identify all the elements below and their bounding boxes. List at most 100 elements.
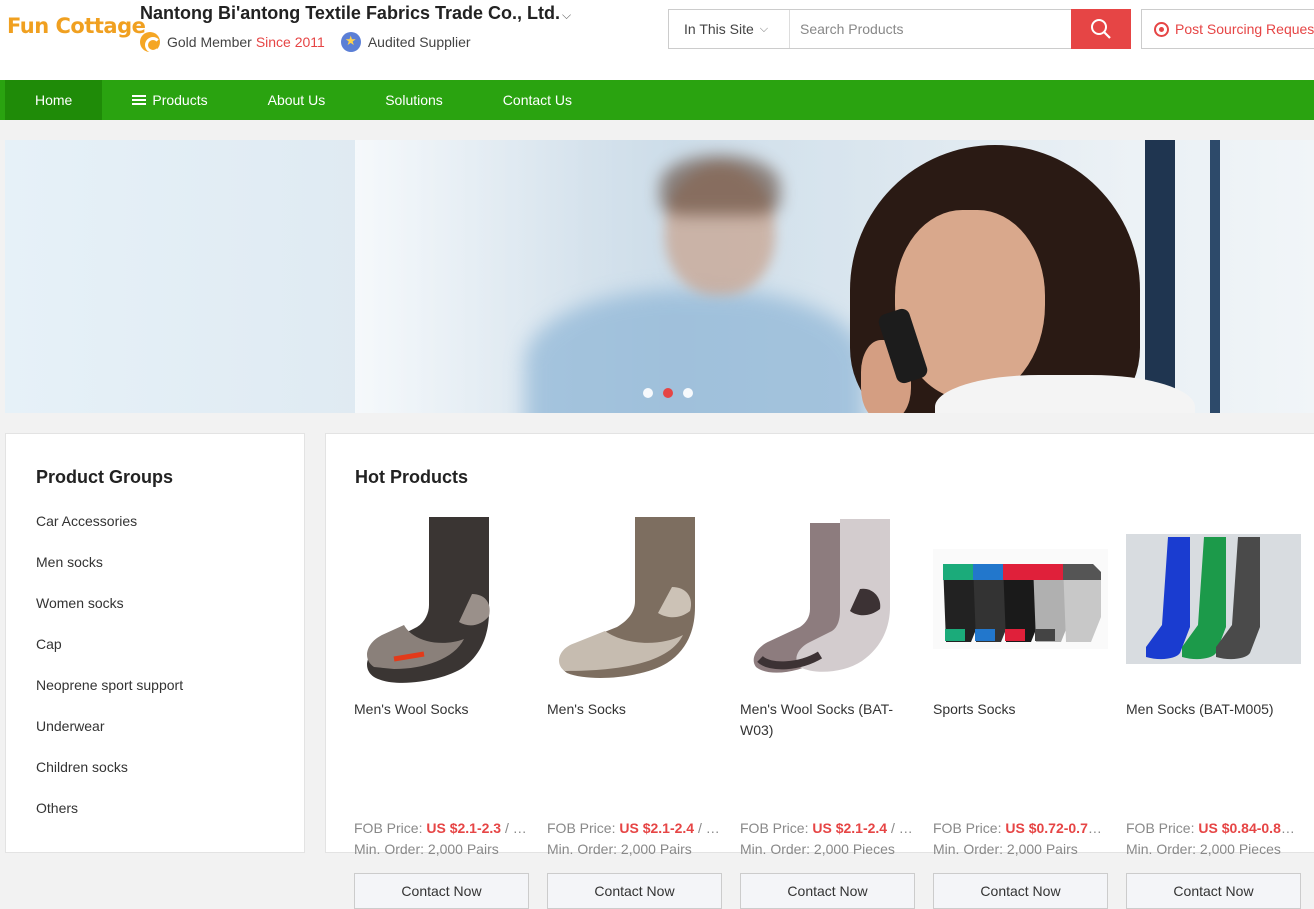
search-scope-dropdown[interactable]: In This Site ⌵ [669,10,790,48]
wool-sock-brown-icon[interactable] [354,509,529,689]
search-bar: In This Site ⌵ [668,9,1131,49]
product-groups-panel: Product Groups Car Accessories Men socks… [5,433,305,853]
post-sourcing-request-button[interactable]: Post Sourcing Request [1141,9,1314,49]
product-min-order: Min. Order: 2,000 Pairs [354,841,529,857]
product-min-order: Min. Order: 2,000 Pieces [1126,841,1301,857]
nav-home[interactable]: Home [5,80,103,120]
hero-banner[interactable] [5,140,1314,413]
carousel-dot-3[interactable] [683,388,693,398]
wool-sock-grey-icon[interactable] [740,509,915,689]
gold-member-label: Gold Member [167,34,252,50]
group-item-underwear[interactable]: Underwear [36,718,183,759]
main-nav: Home Products About Us Solutions Contact… [0,80,1314,120]
product-min-order: Min. Order: 2,000 Pairs [933,841,1108,857]
order-value: 2,000 Pieces [813,841,895,857]
product-name[interactable]: Men's Wool Socks [354,699,529,720]
banner-man-hair [660,155,780,215]
nav-products[interactable]: Products [102,80,237,120]
banner-window-frame-2 [1210,140,1220,413]
contact-now-button[interactable]: Contact Now [1126,873,1301,909]
audited-supplier-label: Audited Supplier [367,34,471,50]
price-unit: / P... [694,820,722,836]
group-item-others[interactable]: Others [36,800,183,841]
product-card: Men's Wool Socks (BAT-W03) FOB Price: US… [740,509,915,909]
sock-tan-icon[interactable] [547,509,722,689]
price-unit: / P... [501,820,529,836]
product-min-order: Min. Order: 2,000 Pairs [547,841,722,857]
price-amount: US $2.1-2.3 [426,820,502,836]
contact-now-button[interactable]: Contact Now [933,873,1108,909]
product-groups-list: Car Accessories Men socks Women socks Ca… [36,513,183,841]
hot-products-title: Hot Products [355,467,469,487]
chevron-down-icon: ⌵ [759,22,769,35]
ankle-socks-icon[interactable] [933,509,1108,689]
group-item-car-accessories[interactable]: Car Accessories [36,513,183,554]
product-price: FOB Price: US $0.84-0.86 ... [1126,820,1301,836]
nav-contact-us[interactable]: Contact Us [473,80,602,120]
order-value: 2,000 Pairs [1006,841,1078,857]
product-card: Men Socks (BAT-M005) FOB Price: US $0.84… [1126,509,1301,909]
price-amount: US $0.84-0.86 [1198,820,1289,836]
contact-now-button[interactable]: Contact Now [740,873,915,909]
nav-about-label: About Us [267,92,326,108]
search-icon [1091,19,1111,39]
order-label: Min. Order: [1126,841,1197,857]
nav-contact-label: Contact Us [502,92,573,108]
nav-solutions[interactable]: Solutions [355,80,473,120]
site-header: Fun Cottage Nantong Bi'antong Textile Fa… [0,0,1314,80]
price-label: FOB Price: [933,820,1002,836]
banner-man-figure [525,290,865,413]
product-min-order: Min. Order: 2,000 Pieces [740,841,915,857]
contact-now-button[interactable]: Contact Now [547,873,722,909]
nav-home-label: Home [35,92,73,108]
product-name[interactable]: Men's Socks [547,699,722,720]
audited-supplier-icon [340,32,361,52]
group-item-men-socks[interactable]: Men socks [36,554,183,595]
order-value: 2,000 Pieces [1199,841,1281,857]
price-amount: US $2.1-2.4 [619,820,695,836]
post-sourcing-label: Post Sourcing Request [1175,21,1314,37]
group-item-neoprene[interactable]: Neoprene sport support [36,677,183,718]
order-label: Min. Order: [933,841,1004,857]
store-logo[interactable]: Fun Cottage [7,14,146,38]
member-since: Since 2011 [255,34,325,50]
product-card: Men's Socks FOB Price: US $2.1-2.4 / P..… [547,509,722,909]
product-name[interactable]: Men's Wool Socks (BAT-W03) [740,699,915,741]
product-card: Men's Wool Socks FOB Price: US $2.1-2.3 … [354,509,529,909]
chevron-down-icon[interactable]: ⌵ [562,8,571,22]
product-price: FOB Price: US $2.1-2.4 / P... [547,820,722,836]
group-item-cap[interactable]: Cap [36,636,183,677]
carousel-dot-2[interactable] [663,388,673,398]
nav-about-us[interactable]: About Us [238,80,356,120]
contact-now-button[interactable]: Contact Now [354,873,529,909]
product-name[interactable]: Sports Socks [933,699,1108,720]
group-item-women-socks[interactable]: Women socks [36,595,183,636]
dress-socks-icon[interactable] [1126,509,1301,689]
price-amount: US $0.72-0.76 [1005,820,1096,836]
price-unit: / P... [887,820,915,836]
hot-products-panel: Hot Products Men's Wool Socks FOB Price:… [325,433,1314,909]
nav-products-label: Products [152,92,208,108]
location-pin-icon [1154,21,1169,37]
price-label: FOB Price: [547,820,616,836]
product-groups-title: Product Groups [36,467,174,487]
company-name-text: Nantong Bi'antong Textile Fabrics Trade … [140,3,560,23]
product-price: FOB Price: US $2.1-2.4 / P... [740,820,915,836]
order-value: 2,000 Pairs [620,841,692,857]
group-item-children-socks[interactable]: Children socks [36,759,183,800]
search-button[interactable] [1071,9,1131,49]
price-amount: US $2.1-2.4 [812,820,888,836]
product-price: FOB Price: US $2.1-2.3 / P... [354,820,529,836]
carousel-dots [643,388,693,398]
product-price: FOB Price: US $0.72-0.76 ... [933,820,1108,836]
menu-icon [132,95,147,105]
company-name[interactable]: Nantong Bi'antong Textile Fabrics Trade … [140,3,571,24]
search-input[interactable] [790,10,1071,48]
price-label: FOB Price: [740,820,809,836]
price-label: FOB Price: [1126,820,1195,836]
gold-member-icon [140,32,161,53]
supplier-badges: Gold Member Since 2011 Audited Supplier [140,32,471,53]
banner-window-frame [1145,140,1175,413]
carousel-dot-1[interactable] [643,388,653,398]
product-name[interactable]: Men Socks (BAT-M005) [1126,699,1301,720]
